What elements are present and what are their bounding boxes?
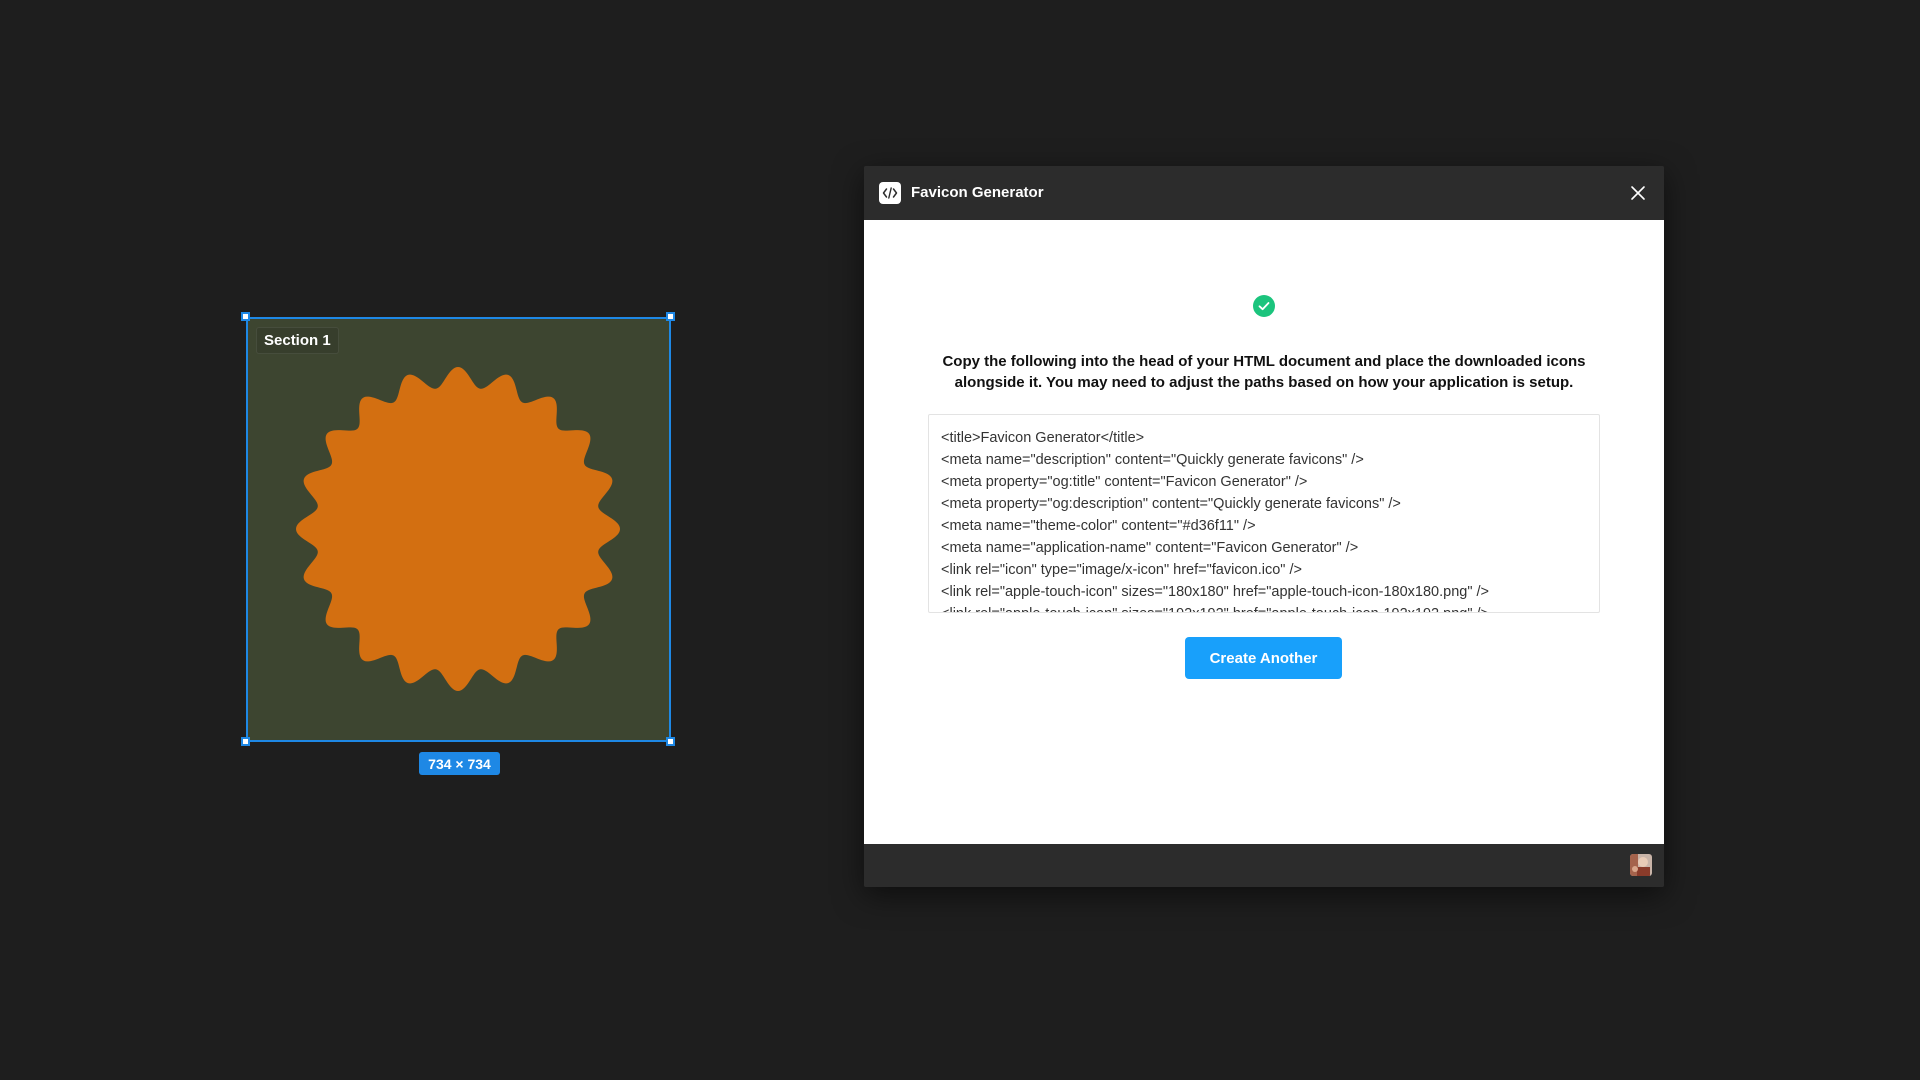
check-circle-icon [1253, 295, 1275, 317]
code-line: <link rel="apple-touch-icon" sizes="180x… [941, 584, 1489, 600]
code-line: <link rel="apple-touch-icon" sizes="192x… [941, 603, 1587, 612]
code-line: <title>Favicon Generator</title> [941, 430, 1145, 446]
instructions-text: Copy the following into the head of your… [942, 353, 1586, 391]
code-line: <meta name="theme-color" content="#d36f1… [941, 518, 1256, 534]
section-label[interactable]: Section 1 [256, 327, 339, 354]
close-button[interactable] [1624, 179, 1652, 207]
create-another-button[interactable]: Create Another [1185, 637, 1342, 679]
plugin-content: Copy the following into the head of your… [864, 220, 1664, 844]
resize-handle-top-left[interactable] [241, 312, 250, 321]
code-brackets-icon [879, 182, 901, 204]
plugin-footer [864, 844, 1664, 887]
resize-handle-top-right[interactable] [666, 312, 675, 321]
plugin-titlebar[interactable]: Favicon Generator [864, 166, 1664, 220]
code-line: <meta name="application-name" content="F… [941, 540, 1359, 556]
resize-handle-bottom-right[interactable] [666, 737, 675, 746]
plugin-title: Favicon Generator [911, 184, 1044, 201]
code-snippet-box[interactable]: <title>Favicon Generator</title> <meta na… [928, 414, 1600, 613]
code-line: <meta name="description" content="Quickl… [941, 452, 1364, 468]
dimensions-badge: 734 × 734 [419, 752, 500, 775]
user-avatar[interactable] [1630, 854, 1652, 876]
plugin-window: Favicon Generator Copy the following int… [864, 166, 1664, 887]
sun-path[interactable] [296, 367, 620, 691]
code-line: <meta property="og:description" content=… [941, 496, 1401, 512]
resize-handle-bottom-left[interactable] [241, 737, 250, 746]
code-line: <meta property="og:title" content="Favic… [941, 474, 1308, 490]
design-canvas[interactable]: Section 1 734 × 734 Favicon Generator Co… [0, 0, 1920, 1080]
close-icon[interactable] [1630, 185, 1646, 201]
scalloped-circle-shape[interactable] [248, 319, 669, 740]
section-frame[interactable]: Section 1 [246, 317, 671, 742]
code-line: <link rel="icon" type="image/x-icon" hre… [941, 562, 1302, 578]
